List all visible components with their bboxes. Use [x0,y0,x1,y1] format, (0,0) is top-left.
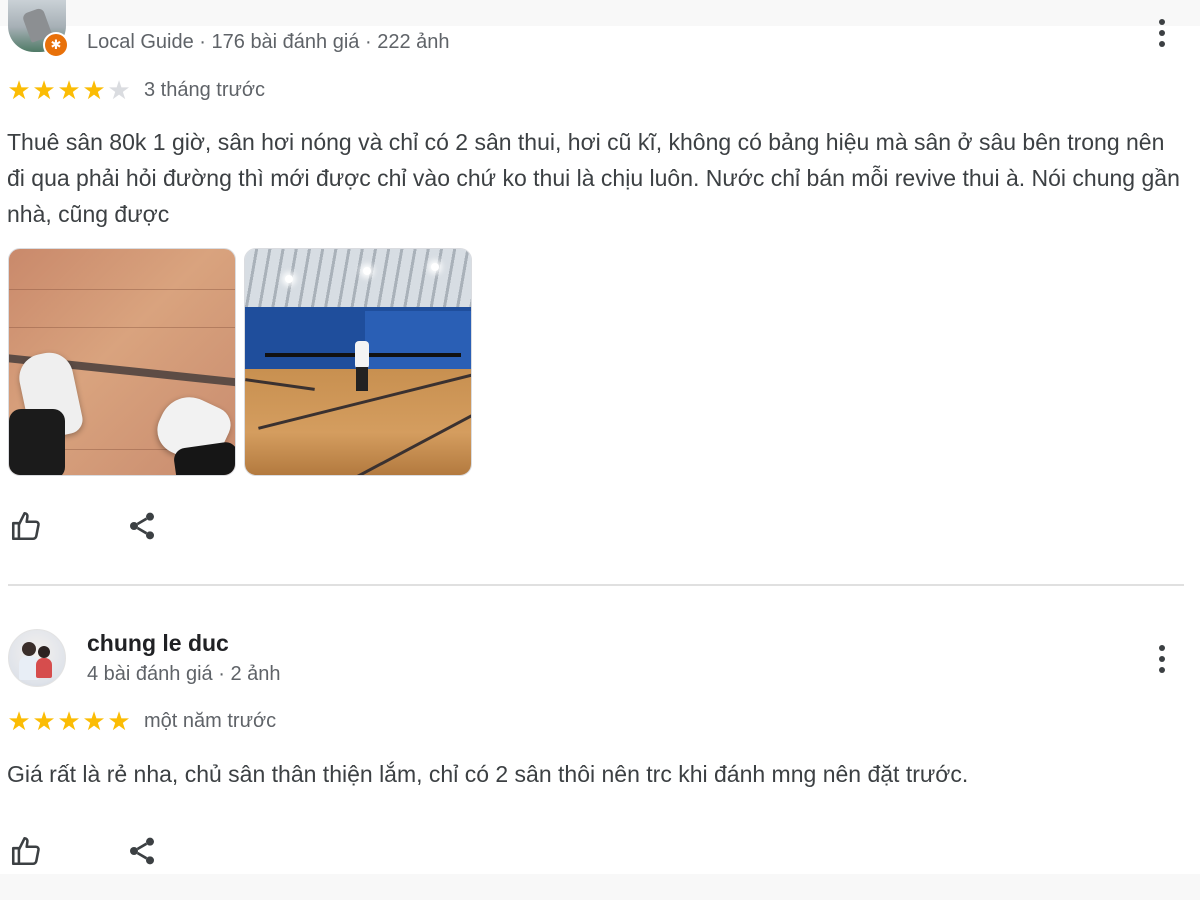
share-icon [130,512,154,540]
like-button[interactable] [8,507,44,545]
share-button[interactable] [124,507,160,545]
review-text: Giá rất là rẻ nha, chủ sân thân thiện lắ… [7,761,969,787]
star-icon: ★ [57,75,81,105]
top-scroll-area [0,0,1200,26]
star-empty-icon: ★ [107,75,131,105]
star-rating: ★ ★ ★ ★ ★ [7,76,131,104]
reviewer-meta: Local Guide · 176 bài đánh giá · 222 ảnh [87,31,450,53]
star-icon: ★ [57,706,81,736]
review-actions [8,832,160,870]
review-photo[interactable] [244,248,472,476]
reviewer-meta: 4 bài đánh giá · 2 ảnh [87,663,281,685]
thumb-up-icon [11,511,40,541]
share-icon [130,837,154,865]
more-vert-icon[interactable] [1150,16,1174,50]
more-vert-icon[interactable] [1150,642,1174,676]
review-time: 3 tháng trước [144,79,266,101]
star-icon: ★ [107,706,131,736]
star-icon: ★ [82,706,106,736]
star-icon: ★ [32,75,56,105]
review-time: một năm trước [144,710,277,732]
reviewer-name[interactable]: chung le duc [87,630,229,657]
star-icon: ★ [32,706,56,736]
thumb-up-icon [11,836,40,866]
review-divider [8,584,1184,586]
like-button[interactable] [8,832,44,870]
review-photo[interactable] [8,248,236,476]
star-icon: ★ [82,75,106,105]
review-actions [8,507,160,545]
bottom-scroll-area [0,874,1200,900]
share-button[interactable] [124,832,160,870]
local-guide-badge-icon: ✱ [43,32,69,58]
review-text: Thuê sân 80k 1 giờ, sân hơi nóng và chỉ … [7,129,1180,227]
star-icon: ★ [7,706,31,736]
star-icon: ★ [7,75,31,105]
star-rating: ★ ★ ★ ★ ★ [7,707,131,735]
reviewer-avatar[interactable] [8,629,66,687]
